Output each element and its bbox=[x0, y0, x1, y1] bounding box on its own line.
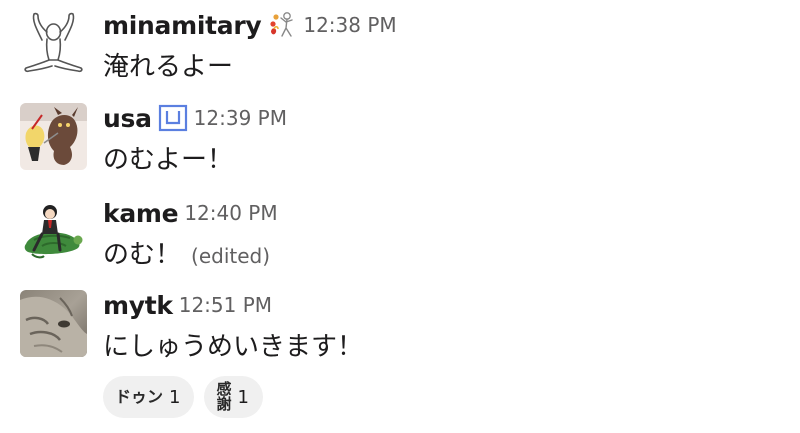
message-mytk: mytk 12:51 PM にしゅうめいきます！ ドゥン 1 感 謝 1 bbox=[20, 290, 780, 425]
message-header: usa 12:39 PM bbox=[103, 103, 287, 133]
timestamp[interactable]: 12:38 PM bbox=[303, 13, 396, 37]
message-minamitary: minamitary 12:38 PM 淹れるよー bbox=[20, 10, 780, 82]
message-kame: kame 12:40 PM のむ！ (edited) bbox=[20, 198, 780, 270]
avatar[interactable] bbox=[20, 198, 87, 265]
timestamp[interactable]: 12:39 PM bbox=[194, 106, 287, 130]
kansha-emoji-bottom: 謝 bbox=[216, 395, 232, 413]
message-usa: usa 12:39 PM のむよー！ bbox=[20, 103, 780, 175]
reaction-count: 1 bbox=[169, 386, 181, 408]
blue-box-emoji-icon[interactable] bbox=[158, 103, 188, 133]
reaction-count: 1 bbox=[237, 386, 249, 408]
turtle-rider-avatar-icon bbox=[20, 198, 87, 265]
timestamp[interactable]: 12:40 PM bbox=[184, 201, 277, 225]
timestamp[interactable]: 12:51 PM bbox=[179, 293, 272, 317]
juggler-emoji-icon[interactable] bbox=[267, 10, 297, 40]
message-header: kame 12:40 PM bbox=[103, 198, 278, 228]
message-text: のむ！ (edited) bbox=[103, 238, 270, 273]
username[interactable]: kame bbox=[103, 199, 179, 228]
message-text: 淹れるよー bbox=[103, 52, 234, 82]
kansha-emoji-icon: 感 謝 bbox=[216, 382, 231, 412]
reaction-doon[interactable]: ドゥン 1 bbox=[103, 376, 195, 418]
username[interactable]: mytk bbox=[103, 291, 173, 320]
doon-emoji-icon: ドゥン bbox=[115, 387, 164, 406]
username[interactable]: minamitary bbox=[103, 11, 262, 40]
stick-figure-avatar-icon bbox=[20, 10, 87, 77]
edited-label: (edited) bbox=[191, 244, 271, 268]
avatar[interactable] bbox=[20, 103, 87, 170]
message-text: にしゅうめいきます！ bbox=[103, 332, 364, 362]
reaction-kansha[interactable]: 感 謝 1 bbox=[204, 376, 263, 418]
message-text: のむよー！ bbox=[103, 145, 234, 175]
dragon-character-avatar-icon bbox=[20, 103, 87, 170]
avatar[interactable] bbox=[20, 290, 87, 357]
message-header: mytk 12:51 PM bbox=[103, 290, 272, 320]
cat-photo-avatar-icon bbox=[20, 290, 87, 357]
username[interactable]: usa bbox=[103, 104, 152, 133]
reactions: ドゥン 1 感 謝 1 bbox=[103, 376, 263, 418]
message-header: minamitary 12:38 PM bbox=[103, 10, 397, 40]
message-text-content: のむ！ bbox=[103, 240, 182, 270]
avatar[interactable] bbox=[20, 10, 87, 77]
